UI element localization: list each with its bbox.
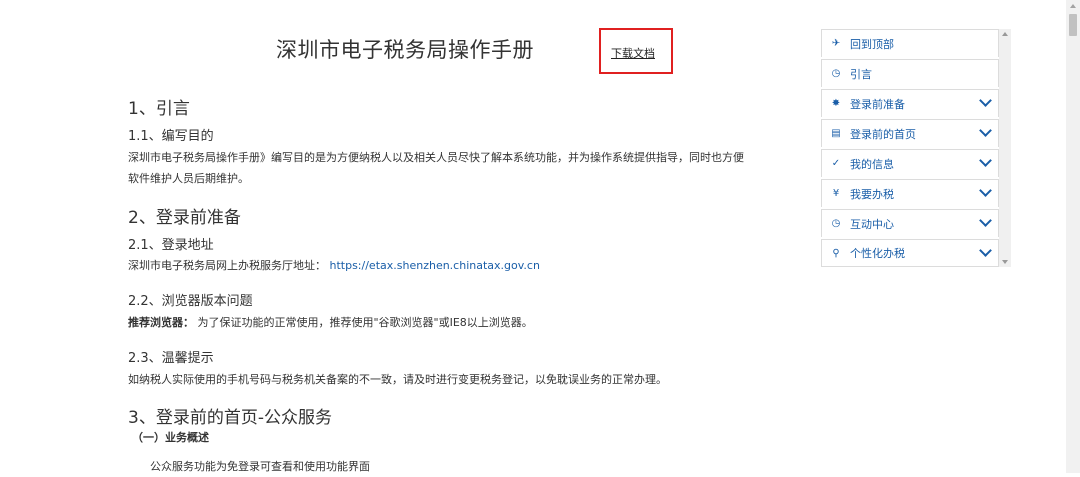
search-icon: ⚲ — [832, 247, 840, 259]
sidebar-item-back-to-top[interactable]: ✈ 回到顶部 — [821, 29, 999, 57]
sidebar-item-login-prep[interactable]: ✸ 登录前准备 — [821, 89, 999, 117]
paragraph: 软件维护人员后期维护。 — [128, 172, 249, 185]
chevron-down-icon[interactable] — [979, 154, 992, 167]
chevron-down-icon[interactable] — [979, 124, 992, 137]
chevron-down-icon[interactable] — [979, 184, 992, 197]
paragraph: 深圳市电子税务局操作手册》编写目的是为方便纳税人以及相关人员尽快了解本系统功能，… — [128, 151, 744, 164]
document-area: 深圳市电子税务局操作手册 下载文档 1、引言 1.1、编写目的 深圳市电子税务局… — [0, 0, 800, 473]
chevron-down-icon[interactable] — [979, 244, 992, 257]
section-heading: 3、登录前的首页-公众服务 — [128, 408, 332, 428]
sidebar-nav: ✈ 回到顶部 ◷ 引言 ✸ 登录前准备 ▤ 登录前的首页 ✓ 我的信息 ¥ 我要… — [821, 29, 999, 267]
paragraph: 深圳市电子税务局网上办税服务厅地址： https://etax.shenzhen… — [128, 255, 540, 276]
sidebar-item-label: 引言 — [850, 67, 872, 81]
sidebar-item-home-before-login[interactable]: ▤ 登录前的首页 — [821, 119, 999, 147]
download-link[interactable]: 下载文档 — [611, 45, 655, 61]
sidebar-item-label: 回到顶部 — [850, 37, 894, 51]
sidebar-item-my-info[interactable]: ✓ 我的信息 — [821, 149, 999, 177]
clock-icon: ◷ — [831, 218, 841, 229]
check-icon: ✓ — [831, 158, 841, 169]
sidebar-item-file-tax[interactable]: ¥ 我要办税 — [821, 179, 999, 207]
scroll-down-arrow-icon[interactable] — [1002, 260, 1008, 264]
sidebar-item-label: 个性化办税 — [850, 247, 905, 260]
section-heading: 2、登录前准备 — [128, 208, 241, 228]
subsection-heading: 2.2、浏览器版本问题 — [128, 294, 253, 309]
sidebar-item-personalized-tax[interactable]: ⚲ 个性化办税 — [821, 239, 999, 267]
chevron-down-icon[interactable] — [979, 214, 992, 227]
yen-icon: ¥ — [832, 188, 840, 199]
scroll-up-arrow-icon[interactable] — [1002, 32, 1008, 36]
gear-icon: ✸ — [831, 98, 841, 109]
login-address-label: 深圳市电子税务局网上办税服务厅地址： — [128, 259, 326, 272]
sidebar-item-label: 登录前准备 — [850, 97, 905, 111]
section-heading: 1、引言 — [128, 99, 190, 119]
sidebar-item-label: 登录前的首页 — [850, 127, 916, 141]
page-title: 深圳市电子税务局操作手册 — [276, 38, 534, 62]
clock-icon: ◷ — [831, 68, 841, 79]
chevron-down-icon[interactable] — [979, 94, 992, 107]
sidebar-scrollbar[interactable] — [999, 29, 1011, 267]
subsection-heading: 1.1、编写目的 — [128, 129, 214, 144]
browser-text: 为了保证功能的正常使用，推荐使用"谷歌浏览器"或IE8以上浏览器。 — [197, 316, 533, 329]
paragraph: 推荐浏览器： 为了保证功能的正常使用，推荐使用"谷歌浏览器"或IE8以上浏览器。 — [128, 312, 533, 333]
sidebar-item-label: 互动中心 — [850, 217, 894, 231]
sidebar-item-intro[interactable]: ◷ 引言 — [821, 59, 999, 87]
subsection-heading: （一）业务概述 — [132, 431, 209, 444]
paragraph: 如纳税人实际使用的手机号码与税务机关备案的不一致，请及时进行变更税务登记，以免耽… — [128, 373, 667, 386]
plane-icon: ✈ — [831, 38, 841, 49]
login-url-link[interactable]: https://etax.shenzhen.chinatax.gov.cn — [330, 259, 540, 272]
sidebar-item-interaction-center[interactable]: ◷ 互动中心 — [821, 209, 999, 237]
page-scrollbar[interactable] — [1066, 0, 1080, 473]
scrollbar-thumb[interactable] — [1069, 14, 1077, 36]
sidebar-item-label: 我的信息 — [850, 157, 894, 171]
subsection-heading: 2.3、温馨提示 — [128, 351, 214, 366]
scroll-up-arrow-icon[interactable] — [1070, 4, 1076, 8]
list-icon: ▤ — [831, 128, 841, 139]
subsection-heading: 2.1、登录地址 — [128, 238, 214, 253]
browser-label: 推荐浏览器： — [128, 316, 194, 329]
paragraph: 公众服务功能为免登录可查看和使用功能界面 — [150, 460, 370, 473]
sidebar-item-label: 我要办税 — [850, 187, 894, 201]
